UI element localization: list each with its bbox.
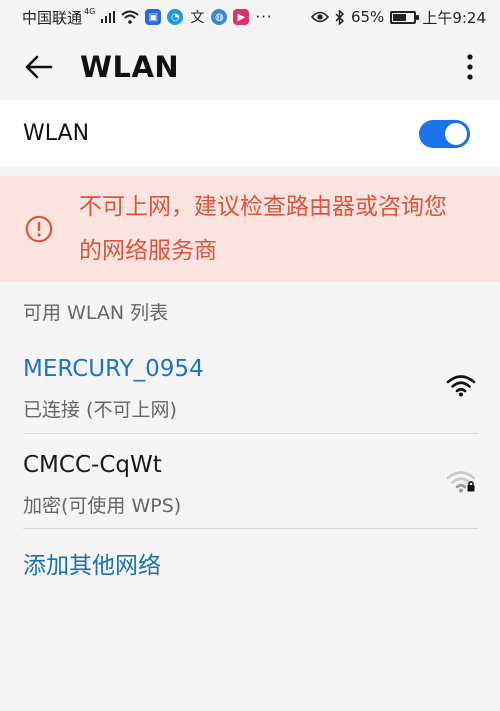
status-bar-left: 中国联通 4G ▣ ◔ 文 ◍ ▶ ··· [22, 7, 273, 28]
add-other-network-button[interactable]: 添加其他网络 [23, 546, 161, 580]
toggle-knob [445, 123, 467, 145]
wifi-status-icon [121, 10, 139, 24]
more-options-button[interactable] [458, 49, 482, 85]
network-type-label: 4G [84, 6, 96, 16]
status-bar-right: 65% 上午9:24 [310, 7, 486, 28]
battery-icon [390, 10, 420, 24]
alert-circle-icon [25, 215, 53, 243]
more-notifications-icon: ··· [255, 8, 273, 26]
app-notification-icon: ▶ [233, 9, 250, 25]
app-notification-icon: 文 [190, 10, 205, 26]
page-title: WLAN [80, 50, 180, 84]
back-arrow-icon [25, 55, 53, 79]
network-list-item[interactable]: CMCC-CqWt 加密(可使用 WPS) [0, 436, 500, 530]
clock: 上午9:24 [422, 8, 486, 27]
app-notification-icon: ▣ [145, 9, 162, 25]
bluetooth-icon [335, 9, 345, 25]
network-list-item[interactable]: MERCURY_0954 已连接 (不可上网) [0, 340, 500, 434]
network-name: CMCC-CqWt [23, 452, 162, 478]
wifi-locked-weak-icon [446, 471, 476, 493]
more-vert-icon [467, 54, 473, 80]
network-status: 加密(可使用 WPS) [23, 495, 182, 517]
list-divider [23, 528, 478, 529]
wlan-toggle-row[interactable]: WLAN [0, 100, 500, 166]
warning-message: 不可上网，建议检查路由器或咨询您的网络服务商 [79, 194, 447, 264]
status-bar: 中国联通 4G ▣ ◔ 文 ◍ ▶ ··· 65% 上午9:24 [0, 0, 500, 34]
wlan-toggle-label: WLAN [23, 120, 90, 146]
carrier-label: 中国联通 [22, 8, 83, 27]
network-name: MERCURY_0954 [23, 356, 204, 382]
available-networks-header: 可用 WLAN 列表 [23, 302, 169, 324]
app-notification-icon: ◔ [167, 9, 184, 25]
list-divider [23, 433, 478, 434]
wifi-full-icon [446, 375, 476, 397]
eye-comfort-icon [310, 11, 329, 23]
wlan-toggle-switch[interactable] [419, 120, 470, 148]
battery-percent: 65% [350, 8, 385, 26]
no-internet-warning-banner[interactable]: 不可上网，建议检查路由器或咨询您的网络服务商 [0, 176, 500, 282]
network-status: 已连接 (不可上网) [23, 399, 177, 421]
app-bar: WLAN [0, 34, 500, 100]
cell-signal-icon [101, 11, 116, 23]
app-notification-icon: ◍ [211, 9, 228, 25]
back-button[interactable] [20, 48, 58, 86]
